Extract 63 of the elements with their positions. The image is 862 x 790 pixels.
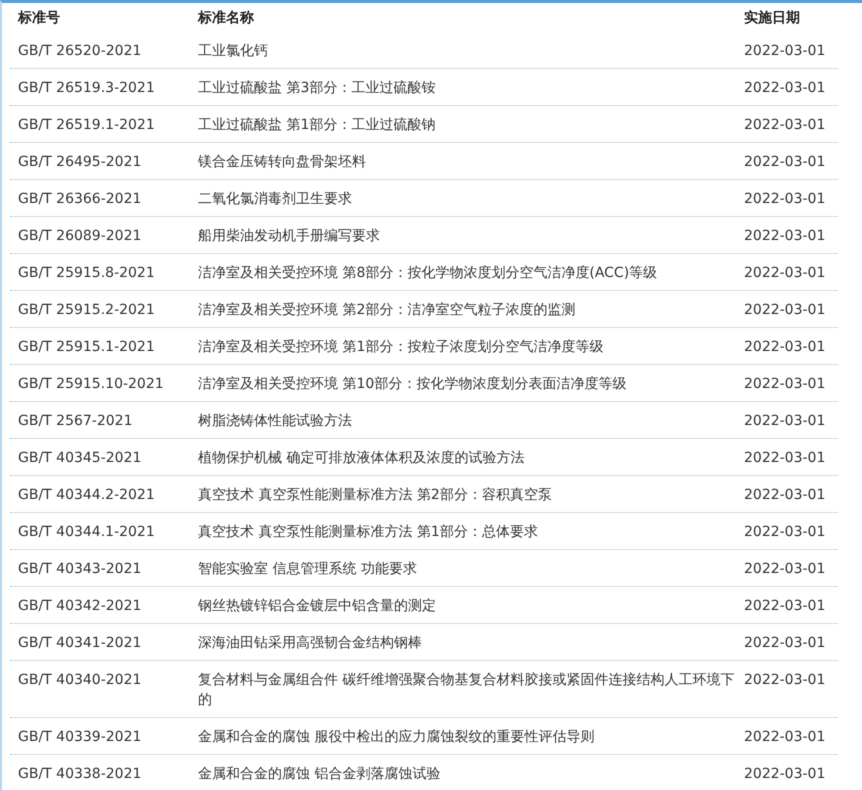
table-cell-text: 洁净室及相关受控环境 第10部分：按化学物浓度划分表面洁净度等级 [198, 375, 628, 394]
table-cell-text: 2022-03-01 [744, 227, 826, 246]
table-cell-text: GB/T 40343-2021 [17, 560, 142, 579]
column-header: 标准号 [16, 8, 61, 26]
table-cell-text: 船用柴油发动机手册编写要求 [198, 227, 381, 246]
table-cell-text: GB/T 40338-2021 [17, 765, 142, 784]
table-cell-text: 树脂浇铸体性能试验方法 [198, 412, 353, 431]
table-cell-text: 2022-03-01 [744, 79, 826, 98]
table-cell-text: 工业过硫酸盐 第1部分：工业过硫酸钠 [198, 116, 436, 135]
table-cell-text: 2022-03-01 [744, 449, 826, 468]
table-cell-text: 植物保护机械 确定可排放液体体积及浓度的试验方法 [198, 449, 526, 468]
table-cell-text: GB/T 26520-2021 [17, 42, 142, 61]
table-cell-text: GB/T 26366-2021 [17, 190, 142, 209]
column-header: 标准名称 [198, 8, 255, 26]
table-cell-text: GB/T 26495-2021 [17, 153, 142, 172]
table-cell-text: 复合材料与金属组合件 碳纤维增强聚合物基复合材料胶接或紧固件连接结构人工环境下的 [198, 671, 736, 710]
table-cell-text: GB/T 26519.1-2021 [17, 116, 156, 135]
table-cell-text: 钢丝热镀锌铝合金镀层中铝含量的测定 [198, 597, 437, 616]
table-cell-text: 2022-03-01 [744, 190, 826, 209]
table-cell-text: 工业氯化钙 [198, 42, 269, 61]
table-cell-text: 2022-03-01 [744, 116, 826, 135]
table-cell-text: 深海油田钻采用高强韧合金结构钢棒 [198, 634, 423, 653]
table-cell-text: 真空技术 真空泵性能测量标准方法 第1部分：总体要求 [198, 523, 539, 542]
table-cell-text: 金属和合金的腐蚀 铝合金剥落腐蚀试验 [198, 765, 442, 784]
table-cell-text: 洁净室及相关受控环境 第8部分：按化学物浓度划分空气洁净度(ACC)等级 [198, 264, 658, 283]
table-cell-text: 智能实验室 信息管理系统 功能要求 [198, 560, 418, 579]
table-cell-text: GB/T 25915.10-2021 [17, 375, 165, 394]
table-cell-text: 二氧化氯消毒剂卫生要求 [198, 190, 353, 209]
table-cell-text: 2022-03-01 [744, 153, 826, 172]
table-cell-text: GB/T 40342-2021 [17, 597, 142, 616]
table-cell-text: GB/T 40344.2-2021 [17, 486, 156, 505]
table-cell-text: 2022-03-01 [744, 671, 826, 690]
table-cell-text: 2022-03-01 [744, 264, 826, 283]
table-cell-text: 2022-03-01 [744, 301, 826, 320]
column-header: 实施日期 [744, 8, 801, 26]
table-cell-text: GB/T 40344.1-2021 [17, 523, 156, 542]
table-cell-text: 2022-03-01 [744, 412, 826, 431]
table-cell-text: GB/T 26089-2021 [17, 227, 142, 246]
table-cell-text: GB/T 25915.1-2021 [17, 338, 156, 357]
table-cell-text: 工业过硫酸盐 第3部分：工业过硫酸铵 [198, 79, 436, 98]
table-cell-text: 2022-03-01 [744, 42, 826, 61]
table-cell-text: 2022-03-01 [744, 597, 826, 616]
table-cell-text: GB/T 26519.3-2021 [17, 79, 156, 98]
table-cell-text: 2022-03-01 [744, 560, 826, 579]
table-cell-text: 金属和合金的腐蚀 服役中检出的应力腐蚀裂纹的重要性评估导则 [198, 728, 596, 747]
table-cell-text: 镁合金压铸转向盘骨架坯料 [198, 153, 367, 172]
table-cell-text: GB/T 40341-2021 [17, 634, 142, 653]
table-cell-text: 2022-03-01 [744, 523, 826, 542]
table-cell-text: 2022-03-01 [744, 338, 826, 357]
table-cell-text: 2022-03-01 [744, 765, 826, 784]
table-cell-text: 2022-03-01 [744, 375, 826, 394]
table-cell-text: GB/T 40345-2021 [17, 449, 142, 468]
table-cell-text: 真空技术 真空泵性能测量标准方法 第2部分：容积真空泵 [198, 486, 553, 505]
table-cell-text: GB/T 25915.8-2021 [17, 264, 156, 283]
table-cell-text: 2022-03-01 [744, 634, 826, 653]
table-cell-text: GB/T 25915.2-2021 [17, 301, 156, 320]
table-cell-text: 2022-03-01 [744, 728, 826, 747]
table-cell-text: 洁净室及相关受控环境 第2部分：洁净室空气粒子浓度的监测 [198, 301, 576, 320]
table-cell-text: GB/T 40340-2021 [17, 671, 142, 690]
table-cell-text: 洁净室及相关受控环境 第1部分：按粒子浓度划分空气洁净度等级 [198, 338, 604, 357]
table-cell-text: 2022-03-01 [744, 486, 826, 505]
table-cell-text: GB/T 40339-2021 [17, 728, 142, 747]
table-cell-text: GB/T 2567-2021 [17, 412, 134, 431]
